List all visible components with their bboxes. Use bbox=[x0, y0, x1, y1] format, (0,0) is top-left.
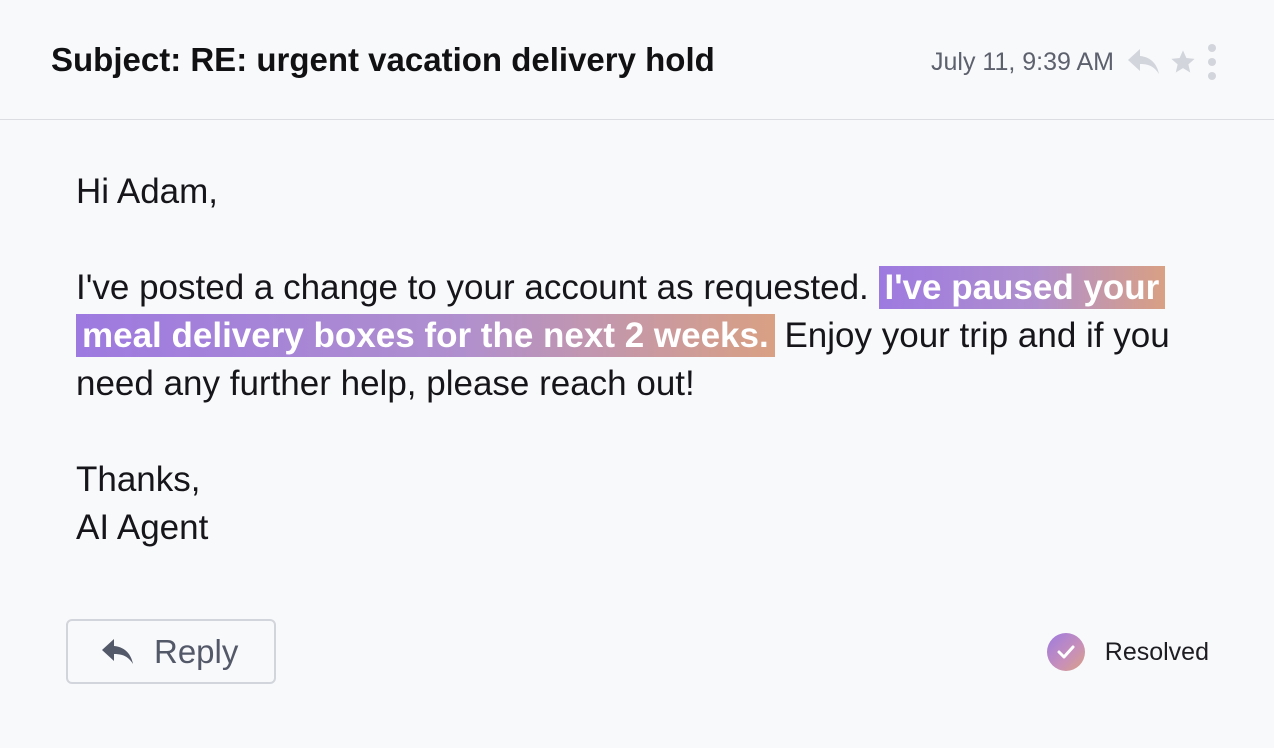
reply-icon[interactable] bbox=[1124, 42, 1164, 82]
more-vertical-icon[interactable] bbox=[1202, 42, 1222, 82]
reply-arrow-icon bbox=[102, 638, 133, 664]
message-paragraph: I've posted a change to your account as … bbox=[76, 264, 1216, 408]
email-subject: Subject: RE: urgent vacation delivery ho… bbox=[51, 41, 715, 78]
email-timestamp: July 11, 9:39 AM bbox=[931, 47, 1114, 76]
reply-button-label: Reply bbox=[154, 632, 239, 670]
email-meta: July 11, 9:39 AM bbox=[931, 40, 1222, 84]
signature: AI Agent bbox=[76, 508, 209, 547]
check-circle-icon bbox=[1046, 633, 1085, 671]
reply-button[interactable]: Reply bbox=[66, 619, 276, 684]
greeting: Hi Adam, bbox=[76, 172, 218, 211]
message-intro: I've posted a change to your account as … bbox=[76, 268, 869, 307]
status-indicator: Resolved bbox=[1046, 633, 1209, 671]
star-icon[interactable] bbox=[1166, 42, 1200, 82]
status-label: Resolved bbox=[1104, 637, 1209, 666]
email-body: Hi Adam, I've posted a change to your ac… bbox=[76, 168, 1216, 552]
email-header: Subject: RE: urgent vacation delivery ho… bbox=[0, 0, 1274, 120]
signoff: Thanks, bbox=[76, 460, 201, 499]
